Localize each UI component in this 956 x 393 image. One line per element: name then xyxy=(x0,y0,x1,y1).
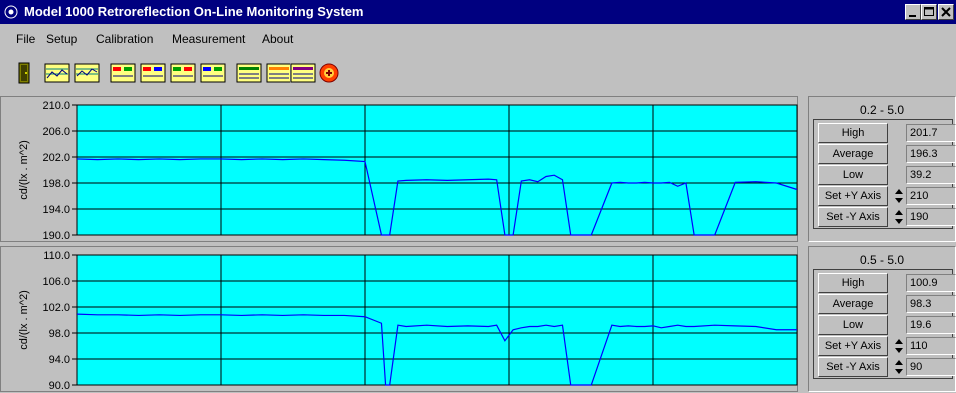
y-tick-label: 194.0 xyxy=(42,204,70,216)
chart-data-button-1[interactable] xyxy=(236,62,262,84)
y-min-input[interactable]: 190 xyxy=(906,208,956,226)
y-tick-label: 202.0 xyxy=(42,152,70,164)
chart-data-button-2[interactable] xyxy=(266,62,292,84)
chart-settings-icon xyxy=(140,63,166,83)
y-axis-label: cd/(lx . m^2) xyxy=(18,290,30,350)
stats-box: High 201.7 Average 196.3 Low 39.2 Set +Y… xyxy=(813,119,956,229)
chart-settings-button-3[interactable] xyxy=(170,62,196,84)
y-tick-label: 90.0 xyxy=(49,380,70,392)
chart-view-icon xyxy=(74,63,100,83)
stop-button[interactable] xyxy=(318,62,340,84)
view-chart-button-2[interactable] xyxy=(74,62,100,84)
chart-bottom-svg: 110.0 106.0 102.0 98.0 94.0 90.0 cd/(lx . m^2) xyxy=(18,250,798,392)
set-y-max-button[interactable]: Set +Y Axis xyxy=(818,336,888,356)
chart-data-button-3[interactable] xyxy=(290,62,316,84)
stop-icon xyxy=(319,63,339,83)
chart-top: 210.0 206.0 202.0 198.0 194.0 190.0 cd/(lx . m… xyxy=(0,96,798,242)
average-value: 196.3 xyxy=(906,145,956,163)
chart-settings-icon xyxy=(110,63,136,83)
chart-settings-icon xyxy=(200,63,226,83)
range-label: 0.5 - 5.0 xyxy=(859,253,905,267)
close-icon xyxy=(941,7,951,17)
y-tick-label: 190.0 xyxy=(42,230,70,242)
menu-about[interactable]: About xyxy=(262,32,293,46)
y-tick-label: 94.0 xyxy=(49,354,70,366)
chart-top-svg: 210.0 206.0 202.0 198.0 194.0 190.0 cd/(lx . m… xyxy=(18,100,798,242)
toolbar xyxy=(0,58,956,88)
view-chart-button-1[interactable] xyxy=(44,62,70,84)
y-tick-label: 102.0 xyxy=(42,302,70,314)
average-button[interactable]: Average xyxy=(818,144,888,164)
stats-panel-bottom: 0.5 - 5.0 High 100.9 Average 98.3 Low 19… xyxy=(808,246,956,392)
high-value: 100.9 xyxy=(906,274,956,292)
y-axis-label: cd/(lx . m^2) xyxy=(18,140,30,200)
menu-file[interactable]: File xyxy=(16,32,35,46)
y-tick-label: 98.0 xyxy=(49,328,70,340)
spinner-icon[interactable] xyxy=(894,337,904,355)
spinner-icon[interactable] xyxy=(894,358,904,376)
chart-data-icon xyxy=(266,63,292,83)
high-value: 201.7 xyxy=(906,124,956,142)
spinner-icon[interactable] xyxy=(894,208,904,226)
chart-data-icon xyxy=(236,63,262,83)
menu-setup[interactable]: Setup xyxy=(46,32,77,46)
average-value: 98.3 xyxy=(906,295,956,313)
low-button[interactable]: Low xyxy=(818,315,888,335)
average-button[interactable]: Average xyxy=(818,294,888,314)
window-title: Model 1000 Retroreflection On-Line Monit… xyxy=(24,4,364,19)
stats-box: High 100.9 Average 98.3 Low 19.6 Set +Y … xyxy=(813,269,956,379)
chart-settings-button-1[interactable] xyxy=(110,62,136,84)
stats-panel-top: 0.2 - 5.0 High 201.7 Average 196.3 Low 3… xyxy=(808,96,956,242)
y-tick-label: 110.0 xyxy=(43,250,70,262)
chart-settings-button-2[interactable] xyxy=(140,62,166,84)
y-tick-label: 106.0 xyxy=(42,276,70,288)
chart-settings-icon xyxy=(170,63,196,83)
app-icon xyxy=(4,5,18,19)
minimize-icon xyxy=(909,15,916,17)
plot-area xyxy=(76,104,798,236)
y-tick-label: 198.0 xyxy=(42,178,70,190)
high-button[interactable]: High xyxy=(818,273,888,293)
low-button[interactable]: Low xyxy=(818,165,888,185)
minimize-button[interactable] xyxy=(905,4,921,20)
range-label: 0.2 - 5.0 xyxy=(859,103,905,117)
y-min-input[interactable]: 90 xyxy=(906,358,956,376)
title-bar: Model 1000 Retroreflection On-Line Monit… xyxy=(0,0,956,24)
y-tick-label: 206.0 xyxy=(42,126,70,138)
exit-button[interactable] xyxy=(16,62,34,84)
plot-area xyxy=(76,254,798,386)
exit-door-icon xyxy=(18,62,30,84)
maximize-button[interactable] xyxy=(921,4,937,20)
menu-bar: File Setup Calibration Measurement About xyxy=(0,30,956,50)
menu-calibration[interactable]: Calibration xyxy=(96,32,153,46)
chart-settings-button-4[interactable] xyxy=(200,62,226,84)
y-tick-label: 210.0 xyxy=(42,100,70,112)
y-max-input[interactable]: 110 xyxy=(906,337,956,355)
y-max-input[interactable]: 210 xyxy=(906,187,956,205)
low-value: 39.2 xyxy=(906,166,956,184)
chart-data-icon xyxy=(290,63,316,83)
maximize-icon xyxy=(924,7,934,16)
chart-bottom: 110.0 106.0 102.0 98.0 94.0 90.0 cd/(lx . m^2) xyxy=(0,246,798,392)
set-y-min-button[interactable]: Set -Y Axis xyxy=(818,207,888,227)
close-button[interactable] xyxy=(938,4,954,20)
low-value: 19.6 xyxy=(906,316,956,334)
high-button[interactable]: High xyxy=(818,123,888,143)
set-y-min-button[interactable]: Set -Y Axis xyxy=(818,357,888,377)
chart-view-icon xyxy=(44,63,70,83)
spinner-icon[interactable] xyxy=(894,187,904,205)
set-y-max-button[interactable]: Set +Y Axis xyxy=(818,186,888,206)
menu-measurement[interactable]: Measurement xyxy=(172,32,245,46)
